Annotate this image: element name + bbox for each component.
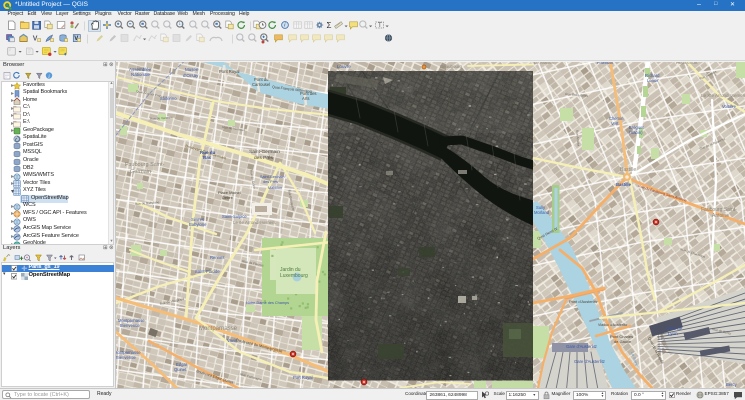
svg-text:Quinet: Quinet	[174, 367, 187, 372]
svg-text:Arts: Arts	[302, 96, 309, 101]
svg-text:Debré: Debré	[222, 195, 234, 200]
svg-text:Vert: Vert	[611, 121, 619, 126]
svg-text:Rennes: Rennes	[210, 255, 224, 260]
svg-text:Froissart: Froissart	[597, 62, 614, 65]
svg-text:Montparnasse: Montparnasse	[199, 326, 238, 332]
svg-text:Viaduc d'Austerlitz: Viaduc d'Austerlitz	[598, 323, 628, 327]
svg-text:Le Marais: Le Marais	[534, 62, 555, 65]
svg-text:Saint-Placide: Saint-Placide	[195, 269, 220, 274]
svg-text:Musée: Musée	[185, 67, 199, 72]
svg-text:Mabillon: Mabillon	[268, 186, 282, 190]
svg-text:Germain: Germain	[130, 169, 151, 175]
svg-text:V: V	[33, 36, 38, 43]
svg-text:Bastille: Bastille	[620, 167, 636, 173]
svg-text:Nationale: Nationale	[131, 72, 151, 77]
svg-text:Carrousel: Carrousel	[252, 82, 270, 87]
svg-text:Pont Royal: Pont Royal	[219, 69, 240, 74]
svg-text:Bac: Bac	[203, 155, 212, 160]
svg-text:Luxembourg: Luxembourg	[280, 273, 308, 279]
svg-text:Morland: Morland	[534, 210, 550, 215]
svg-text:d'Orsay: d'Orsay	[183, 73, 199, 78]
svg-text:Lyon: Lyon	[668, 331, 678, 336]
svg-text:Gare d'Austerlitz: Gare d'Austerlitz	[566, 344, 597, 349]
svg-text:Lenoir: Lenoir	[647, 78, 659, 83]
svg-text:Σ: Σ	[327, 21, 332, 30]
svg-text:Bercy: Bercy	[726, 382, 738, 387]
svg-text:(Sabin): (Sabin)	[629, 130, 643, 135]
svg-text:Bienvenüe: Bienvenüe	[116, 355, 136, 360]
svg-text:Antoine: Antoine	[712, 213, 729, 219]
svg-text:Beaubourg: Beaubourg	[440, 64, 463, 69]
svg-text:T: T	[378, 23, 382, 29]
svg-text:Babylone: Babylone	[189, 222, 207, 227]
svg-text:Saint-Germain: Saint-Germain	[260, 175, 284, 179]
svg-text:des Prés: des Prés	[254, 155, 274, 161]
svg-text:des Prés: des Prés	[263, 180, 278, 184]
svg-text:de Gaulle: de Gaulle	[614, 339, 632, 344]
svg-text:Notre-Dame des Champs: Notre-Dame des Champs	[246, 301, 289, 305]
svg-text:Le XIe Arrondissement: Le XIe Arrondissement	[701, 93, 745, 98]
svg-text:Faubourg Saint-: Faubourg Saint-	[125, 162, 165, 168]
svg-text:Louvre: Louvre	[337, 64, 351, 69]
svg-text:Bienvenüe: Bienvenüe	[120, 323, 140, 328]
svg-text:Le 6e Arrondissement: Le 6e Arrondissement	[233, 220, 276, 225]
svg-text:Port Royal: Port Royal	[293, 375, 313, 380]
svg-text:1:1: 1:1	[179, 22, 184, 26]
svg-text:Voltaire: Voltaire	[722, 104, 737, 109]
svg-text:Pont d'Austerlitz: Pont d'Austerlitz	[569, 299, 598, 304]
svg-text:Saint-Germain: Saint-Germain	[249, 149, 280, 155]
svg-text:Gare d'Austerlitz: Gare d'Austerlitz	[574, 359, 605, 364]
svg-text:Popincourt: Popincourt	[676, 62, 698, 65]
svg-text:Saint-Sulpice: Saint-Sulpice	[222, 214, 247, 219]
svg-text:Bastille: Bastille	[616, 182, 632, 187]
